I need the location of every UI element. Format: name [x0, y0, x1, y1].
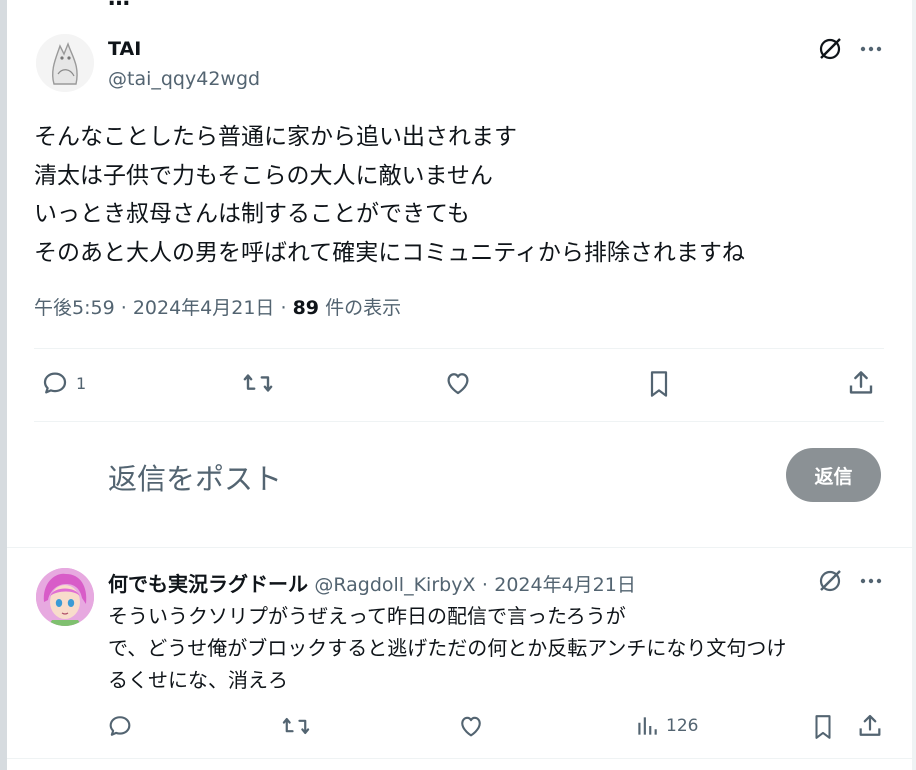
- more-icon[interactable]: [858, 566, 884, 596]
- reply-body: そういうクソリプがうぜえって昨日の配信で言ったろうが で、どうせ俺がブロックする…: [108, 600, 888, 696]
- reply-reply-button[interactable]: [106, 712, 134, 740]
- author-avatar[interactable]: [36, 34, 94, 92]
- author-name[interactable]: TAI: [108, 38, 141, 60]
- reply-input[interactable]: 返信をポスト: [108, 456, 282, 498]
- meta-separator: ·: [481, 574, 488, 596]
- like-icon: [461, 716, 481, 737]
- reply-author-name[interactable]: 何でも実況ラグドール: [108, 572, 308, 596]
- reply-icon: [43, 372, 67, 394]
- retweet-button[interactable]: [241, 368, 275, 398]
- section-divider: [7, 532, 912, 548]
- reply-line: で、どうせ俺がブロックすると逃げただの何とか反転アンチになり文句つけ: [108, 636, 787, 660]
- tweet-line: 清太は子供で力もそこらの大人に敵いません: [34, 162, 493, 189]
- left-scroll-rail: [0, 0, 7, 770]
- views-icon: [638, 717, 657, 735]
- reply-views-count: 126: [666, 716, 699, 736]
- author-handle[interactable]: @tai_qqy42wgd: [108, 68, 260, 90]
- cut-off-header: …: [108, 0, 130, 11]
- reply-author-avatar[interactable]: [36, 568, 94, 626]
- share-icon: [859, 714, 881, 736]
- right-scroll-rail: [912, 0, 916, 770]
- grok-icon[interactable]: [815, 34, 845, 64]
- reply-button[interactable]: 1: [40, 368, 86, 398]
- reply-icon: [109, 716, 131, 736]
- views-label: 件の表示: [325, 297, 402, 319]
- reply-bookmark-button[interactable]: [810, 712, 836, 742]
- tweet-body: そんなことしたら普通に家から追い出されます 清太は子供で力もそこらの大人に敵いま…: [34, 118, 745, 272]
- more-icon[interactable]: [858, 34, 884, 64]
- reply-retweet-button[interactable]: [281, 712, 311, 740]
- reply-header: 何でも実況ラグドール @Ragdoll_KirbyX · 2024年4月21日: [108, 568, 636, 597]
- reply-count: 1: [76, 373, 87, 393]
- tweet-line: いっとき叔母さんは制することができても: [34, 201, 470, 227]
- bookmark-button[interactable]: [645, 368, 673, 400]
- reply-line: そういうクソリプがうぜえって昨日の配信で言ったろうが: [108, 604, 626, 628]
- reply-share-button[interactable]: [856, 712, 884, 740]
- meta-separator: ·: [280, 297, 287, 319]
- tweet-line: そのあと大人の男を呼ばれて確実にコミュニティから排除されますね: [34, 239, 745, 266]
- bookmark-icon: [650, 371, 668, 397]
- divider: [34, 348, 884, 349]
- share-icon: [849, 371, 873, 394]
- grok-icon[interactable]: [815, 566, 845, 596]
- reply-like-button[interactable]: [457, 712, 485, 740]
- tweet-time[interactable]: 午後5:59: [34, 297, 115, 319]
- reply-line: るくせにな、消えろ: [108, 668, 288, 692]
- reply-author-handle[interactable]: @Ragdoll_KirbyX: [314, 574, 475, 596]
- share-button[interactable]: [846, 368, 876, 398]
- tweet-line: そんなことしたら普通に家から追い出されます: [34, 124, 517, 150]
- reply-views-button[interactable]: 126: [634, 712, 698, 740]
- divider: [34, 421, 884, 422]
- retweet-icon: [243, 374, 273, 392]
- divider: [7, 758, 912, 759]
- reply-submit-button[interactable]: 返信: [786, 448, 881, 502]
- like-button[interactable]: [443, 368, 473, 398]
- views-count: 89: [292, 297, 320, 319]
- like-icon: [447, 373, 469, 395]
- tweet-meta: 午後5:59 · 2024年4月21日 · 89 件の表示: [34, 293, 401, 320]
- tweet-date[interactable]: 2024年4月21日: [133, 297, 275, 319]
- meta-separator: ·: [120, 297, 127, 319]
- retweet-icon: [282, 717, 310, 735]
- reply-date[interactable]: 2024年4月21日: [494, 574, 636, 596]
- bookmark-icon: [815, 715, 831, 739]
